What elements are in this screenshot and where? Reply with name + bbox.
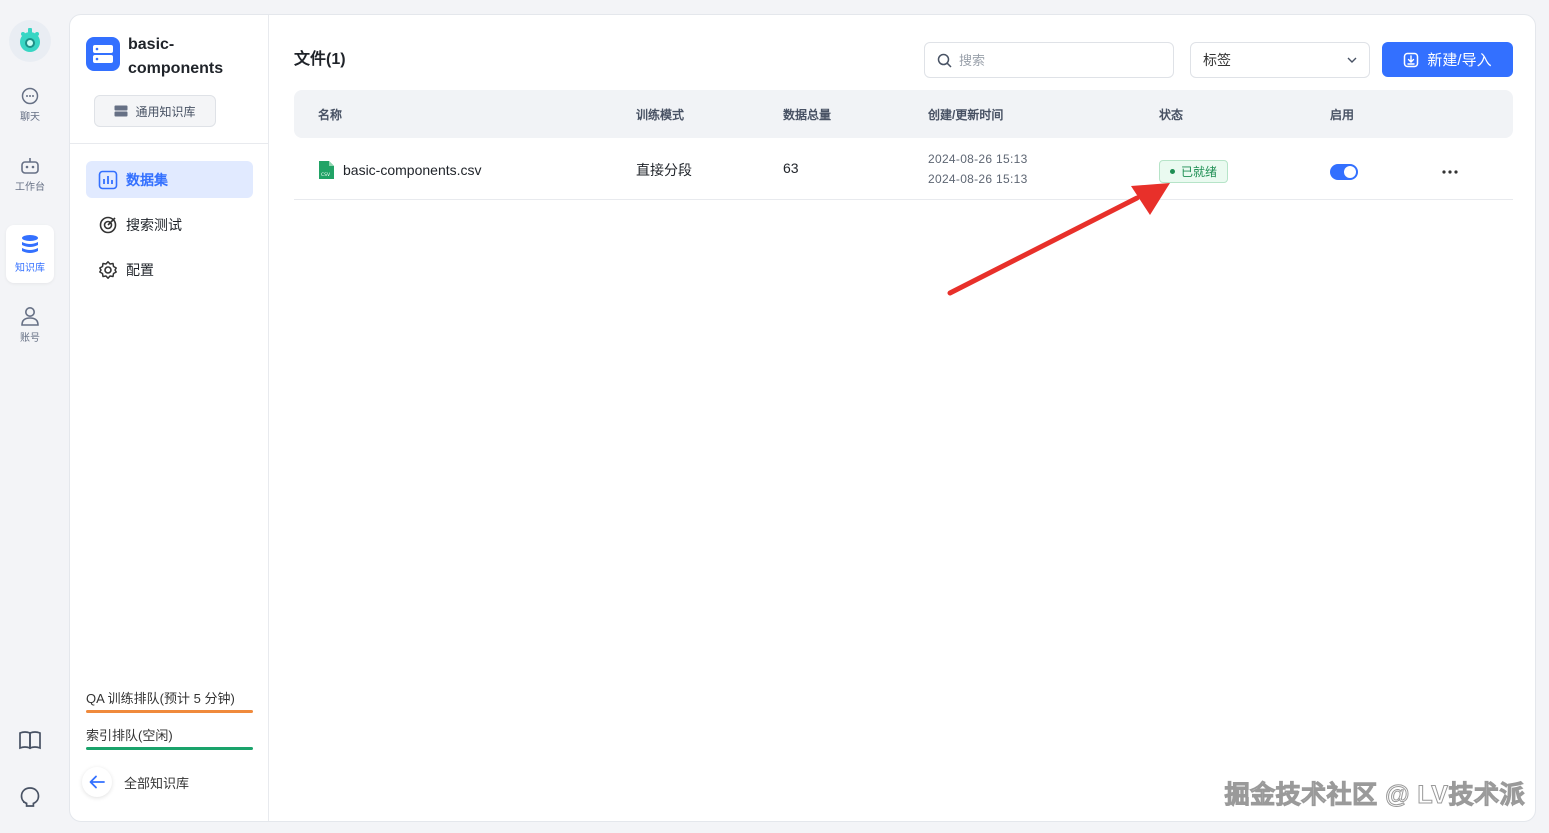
nav-item-account[interactable]: 账号	[6, 296, 54, 354]
column-header-time: 创建/更新时间	[928, 108, 1004, 122]
svg-text:CSV: CSV	[321, 172, 331, 178]
tag-select[interactable]: 标签	[1190, 42, 1370, 78]
column-header-status: 状态	[1159, 108, 1184, 122]
qa-queue-bar	[86, 710, 253, 713]
nav-label: 工作台	[15, 182, 45, 193]
file-name: basic-components.csv	[343, 162, 482, 178]
column-header-name: 名称	[318, 108, 343, 122]
index-queue-status: 索引排队(空闲)	[86, 725, 253, 750]
nav-item-chat[interactable]: 聊天	[6, 76, 54, 134]
sidebar-divider	[70, 143, 269, 144]
server-small-icon	[114, 105, 128, 117]
github-link[interactable]	[17, 784, 43, 810]
index-queue-label: 索引排队(空闲)	[86, 728, 173, 743]
search-icon	[937, 53, 952, 68]
column-header-mode: 训练模式	[636, 108, 685, 122]
new-import-label: 新建/导入	[1427, 52, 1492, 69]
updated-time: 2024-08-26 15:13	[928, 172, 1028, 186]
robot-logo-icon	[20, 28, 40, 52]
nav-item-workbench[interactable]: 工作台	[6, 146, 54, 204]
kb-type-badge: 通用知识库	[94, 95, 216, 127]
menu-item-config[interactable]: 配置	[86, 251, 253, 288]
target-icon	[99, 216, 117, 233]
back-label: 全部知识库	[124, 775, 190, 791]
column-header-enabled: 启用	[1330, 108, 1355, 122]
github-icon	[20, 787, 40, 807]
import-icon	[1404, 52, 1419, 67]
nav-item-knowledge[interactable]: 知识库	[6, 225, 54, 283]
kb-type-label: 通用知识库	[135, 104, 196, 119]
column-header-count: 数据总量	[783, 108, 832, 122]
search-box[interactable]	[924, 42, 1174, 78]
kb-sidebar: basic-components 通用知识库 数据集 搜索测试 配置 QA 训练…	[70, 15, 269, 821]
status-label: 已就绪	[1181, 165, 1218, 179]
enable-toggle[interactable]	[1330, 164, 1358, 180]
status-badge: 已就绪	[1159, 160, 1229, 183]
time-cell: 2024-08-26 15:13 2024-08-26 15:13	[928, 149, 1028, 189]
table-header: 名称 训练模式 数据总量 创建/更新时间 状态 启用	[294, 90, 1513, 138]
menu-item-dataset[interactable]: 数据集	[86, 161, 253, 198]
main-card: basic-components 通用知识库 数据集 搜索测试 配置 QA 训练…	[69, 14, 1536, 822]
back-to-all-kb[interactable]: 全部知识库	[82, 767, 189, 797]
back-button[interactable]	[82, 767, 112, 797]
index-queue-bar	[86, 747, 253, 750]
tag-select-value: 标签	[1203, 52, 1231, 68]
robot-icon	[21, 158, 39, 174]
database-icon	[22, 235, 38, 253]
chevron-down-icon	[1347, 57, 1357, 63]
status-dot	[1170, 169, 1175, 174]
docs-link[interactable]	[17, 727, 43, 753]
search-input[interactable]	[959, 52, 1159, 68]
training-mode-cell: 直接分段	[636, 162, 692, 178]
nav-label: 知识库	[15, 263, 45, 274]
menu-label: 配置	[126, 261, 154, 278]
qa-queue-status: QA 训练排队(预计 5 分钟)	[86, 688, 253, 713]
file-name-cell[interactable]: CSV basic-components.csv	[318, 160, 482, 180]
page-title: 文件(1)	[294, 51, 346, 68]
more-dots-icon	[1442, 170, 1458, 174]
created-time: 2024-08-26 15:13	[928, 152, 1028, 166]
book-icon	[19, 731, 41, 750]
new-import-button[interactable]: 新建/导入	[1382, 42, 1513, 77]
chat-icon	[21, 87, 39, 105]
qa-queue-label: QA 训练排队(预计 5 分钟)	[86, 691, 235, 706]
server-icon	[93, 45, 113, 63]
row-more-button[interactable]	[1438, 162, 1462, 182]
chart-icon	[98, 170, 118, 189]
nav-label: 聊天	[20, 112, 40, 123]
nav-rail: 聊天 工作台 知识库 账号	[0, 0, 62, 833]
table-row[interactable]: CSV basic-components.csv 直接分段 63 2024-08…	[294, 138, 1513, 200]
watermark: 掘金技术社区 @ LV技术派	[1224, 781, 1525, 810]
kb-avatar	[86, 37, 120, 71]
nav-label: 账号	[20, 333, 40, 344]
menu-label: 数据集	[126, 171, 168, 188]
app-logo[interactable]	[9, 20, 51, 62]
menu-label: 搜索测试	[126, 216, 182, 233]
toggle-knob	[1344, 166, 1356, 178]
data-count-cell: 63	[783, 160, 799, 176]
gear-icon	[99, 260, 117, 279]
csv-file-icon: CSV	[319, 161, 334, 179]
menu-item-search-test[interactable]: 搜索测试	[86, 206, 253, 243]
kb-name: basic-components	[128, 36, 224, 77]
user-icon	[21, 307, 39, 326]
arrow-left-icon	[89, 775, 105, 789]
